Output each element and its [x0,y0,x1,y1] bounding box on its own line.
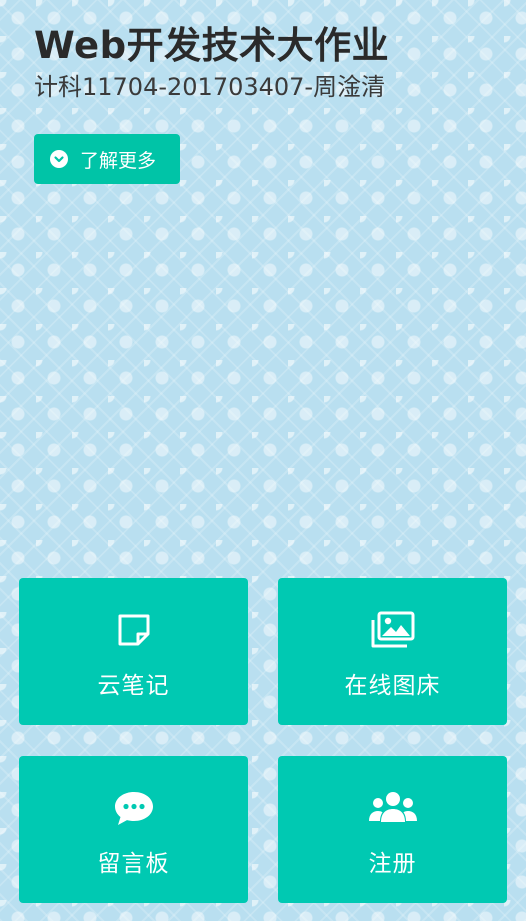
chevron-down-circle-icon [50,150,68,168]
users-icon [365,782,421,834]
page-subtitle: 计科11704-201703407-周淦清 [34,73,386,101]
learn-more-label: 了解更多 [80,149,157,172]
tile-message-board[interactable]: 留言板 [19,756,248,903]
images-icon [365,604,421,656]
chat-bubble-icon [106,782,162,834]
tile-message-label: 留言板 [97,850,170,877]
learn-more-button[interactable]: 了解更多 [34,134,180,184]
tile-notes-label: 云笔记 [97,672,170,699]
tile-notes[interactable]: 云笔记 [19,578,248,725]
tile-gallery[interactable]: 在线图床 [278,578,507,725]
page-title: Web开发技术大作业 [34,24,390,67]
tile-gallery-label: 在线图床 [344,672,441,699]
tile-register[interactable]: 注册 [278,756,507,903]
tile-register-label: 注册 [368,850,417,877]
page-header: Web开发技术大作业 计科11704-201703407-周淦清 [34,24,506,102]
note-icon [106,604,162,656]
